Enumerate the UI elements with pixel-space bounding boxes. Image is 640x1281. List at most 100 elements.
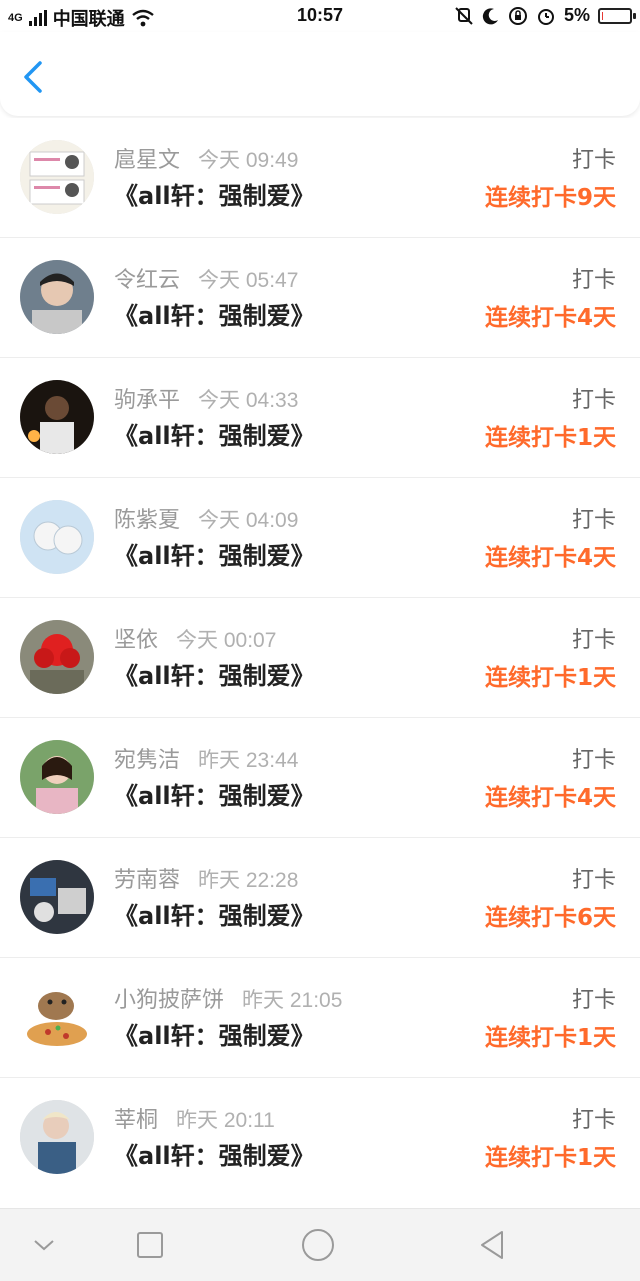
book-title[interactable]: 《all轩：强制爱》: [114, 1016, 315, 1051]
list-item[interactable]: 坚依 今天 00:07 《all轩：强制爱》 打卡 连续打卡1天: [0, 597, 640, 717]
avatar-image: [20, 860, 94, 934]
book-title[interactable]: 《all轩：强制爱》: [114, 416, 315, 451]
streak-label: 连续打卡1天: [484, 1145, 616, 1171]
user-name[interactable]: 扈星文 今天 09:49: [114, 142, 298, 174]
avatar-image: [20, 1100, 94, 1174]
action-label: 打卡: [571, 628, 616, 653]
streak-label: 连续打卡4天: [484, 785, 616, 811]
user-name-text: 驹承平: [114, 388, 181, 413]
moon-icon: [482, 7, 498, 24]
battery-icon: [598, 7, 636, 24]
list-item[interactable]: 劳南蓉 昨天 22:28 《all轩：强制爱》 打卡 连续打卡6天: [0, 837, 640, 957]
avatar[interactable]: [20, 980, 94, 1054]
avatar-image: [20, 620, 94, 694]
streak-label: 连续打卡9天: [484, 185, 616, 211]
back-nav-button[interactable]: [474, 1227, 510, 1263]
nav-down-icon: [34, 1240, 54, 1251]
battery-level: [602, 11, 603, 20]
user-name[interactable]: 令红云 今天 05:47: [114, 262, 298, 294]
checkin-time: 今天 04:33: [198, 389, 299, 412]
home-button[interactable]: [300, 1227, 336, 1263]
user-name[interactable]: 陈紫夏 今天 04:09: [114, 502, 298, 534]
checkin-list: 扈星文 今天 09:49 《all轩：强制爱》 打卡 连续打卡9天 令红云 今天 0…: [0, 118, 640, 1197]
top-bar: [0, 32, 640, 116]
book-title[interactable]: 《all轩：强制爱》: [114, 296, 315, 331]
checkin-time: 今天 09:49: [198, 149, 299, 172]
streak-label: 连续打卡1天: [484, 425, 616, 451]
list-item[interactable]: 令红云 今天 05:47 《all轩：强制爱》 打卡 连续打卡4天: [0, 237, 640, 357]
action-label: 打卡: [571, 1108, 616, 1133]
book-title[interactable]: 《all轩：强制爱》: [114, 176, 315, 211]
chevron-left-icon: [24, 61, 42, 93]
list-item[interactable]: 宛隽洁 昨天 23:44 《all轩：强制爱》 打卡 连续打卡4天: [0, 717, 640, 837]
status-right: 5%: [454, 5, 636, 26]
avatar-image: [20, 500, 94, 574]
streak-label: 连续打卡1天: [484, 665, 616, 691]
action-label: 打卡: [571, 148, 616, 173]
list-item[interactable]: 扈星文 今天 09:49 《all轩：强制爱》 打卡 连续打卡9天: [0, 118, 640, 237]
user-name-text: 小狗披萨饼: [114, 988, 225, 1013]
streak-label: 连续打卡4天: [484, 545, 616, 571]
avatar-image: [20, 740, 94, 814]
avatar[interactable]: [20, 860, 94, 934]
action-label: 打卡: [571, 868, 616, 893]
user-name[interactable]: 宛隽洁 昨天 23:44: [114, 742, 298, 774]
book-title[interactable]: 《all轩：强制爱》: [114, 656, 315, 691]
back-button[interactable]: [20, 60, 50, 94]
avatar-image: [20, 980, 94, 1054]
avatar-image: [20, 140, 94, 214]
checkin-time: 今天 00:07: [176, 629, 277, 652]
user-name-text: 扈星文: [114, 148, 181, 173]
avatar[interactable]: [20, 500, 94, 574]
book-title[interactable]: 《all轩：强制爱》: [114, 776, 315, 811]
user-name[interactable]: 坚依 今天 00:07: [114, 622, 276, 654]
user-name[interactable]: 小狗披萨饼 昨天 21:05: [114, 982, 342, 1014]
checkin-time: 昨天 23:44: [198, 749, 299, 772]
mute-icon: [455, 6, 473, 25]
list-item[interactable]: 驹承平 今天 04:33 《all轩：强制爱》 打卡 连续打卡1天: [0, 357, 640, 477]
checkin-time: 昨天 21:05: [242, 989, 343, 1012]
book-title[interactable]: 《all轩：强制爱》: [114, 536, 315, 571]
alarm-icon: [537, 8, 554, 25]
avatar[interactable]: [20, 140, 94, 214]
list-item[interactable]: 陈紫夏 今天 04:09 《all轩：强制爱》 打卡 连续打卡4天: [0, 477, 640, 597]
book-title[interactable]: 《all轩：强制爱》: [114, 1136, 315, 1171]
action-label: 打卡: [571, 388, 616, 413]
avatar[interactable]: [20, 260, 94, 334]
list-item[interactable]: 莘桐 昨天 20:11 《all轩：强制爱》 打卡 连续打卡1天: [0, 1077, 640, 1197]
avatar-image: [20, 260, 94, 334]
battery-percent: 5%: [563, 5, 590, 25]
action-label: 打卡: [571, 268, 616, 293]
user-name[interactable]: 劳南蓉 昨天 22:28: [114, 862, 298, 894]
system-nav-bar: [0, 1208, 640, 1281]
avatar[interactable]: [20, 380, 94, 454]
avatar[interactable]: [20, 740, 94, 814]
avatar[interactable]: [20, 1100, 94, 1174]
user-name-text: 坚依: [114, 628, 159, 653]
recent-apps-button[interactable]: [132, 1227, 168, 1263]
user-name[interactable]: 莘桐 昨天 20:11: [114, 1102, 275, 1134]
user-name-text: 陈紫夏: [114, 508, 181, 533]
nav-down-button[interactable]: [26, 1227, 62, 1263]
recent-apps-icon: [137, 1232, 163, 1258]
checkin-time: 今天 05:47: [198, 269, 299, 292]
user-name-text: 宛隽洁: [114, 748, 181, 773]
action-label: 打卡: [571, 988, 616, 1013]
avatar-image: [20, 380, 94, 454]
streak-label: 连续打卡6天: [484, 905, 616, 931]
checkin-time: 昨天 20:11: [176, 1109, 275, 1132]
checkin-time: 昨天 22:28: [198, 869, 299, 892]
user-name-text: 莘桐: [114, 1108, 159, 1133]
list-item[interactable]: 小狗披萨饼 昨天 21:05 《all轩：强制爱》 打卡 连续打卡1天: [0, 957, 640, 1077]
user-name[interactable]: 驹承平 今天 04:33: [114, 382, 298, 414]
streak-label: 连续打卡1天: [484, 1025, 616, 1051]
user-name-text: 令红云: [114, 268, 181, 293]
lock-rotation-icon: [508, 6, 527, 25]
home-icon: [302, 1229, 334, 1261]
action-label: 打卡: [571, 508, 616, 533]
status-bar: 4G 中国联通 10:57 5%: [0, 0, 640, 32]
user-name-text: 劳南蓉: [114, 868, 181, 893]
checkin-time: 今天 04:09: [198, 509, 299, 532]
book-title[interactable]: 《all轩：强制爱》: [114, 896, 315, 931]
avatar[interactable]: [20, 620, 94, 694]
